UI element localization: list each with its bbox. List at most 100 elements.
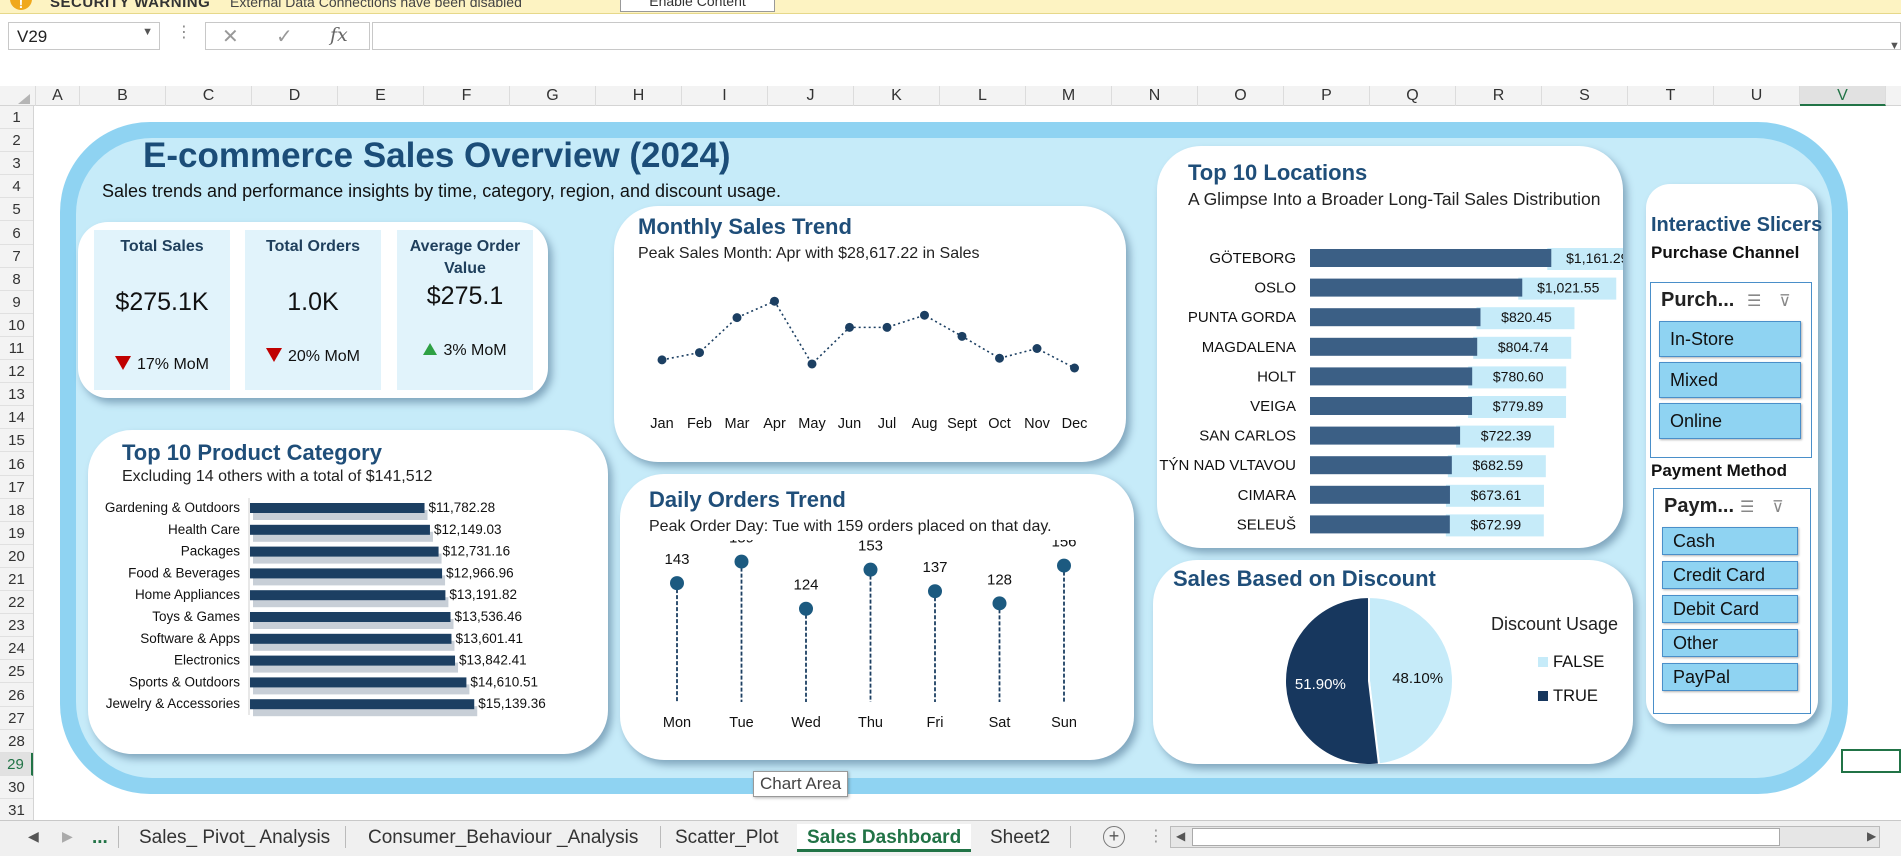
row-header-23[interactable]: 23 [0, 614, 33, 638]
row-header-19[interactable]: 19 [0, 522, 33, 545]
category-label: Packages [181, 544, 241, 559]
slicer-item-debit-card[interactable]: Debit Card [1662, 595, 1798, 623]
row-header-3[interactable]: 3 [0, 152, 33, 176]
selected-cell[interactable] [1841, 749, 1901, 773]
security-warning-title: SECURITY WARNING [50, 0, 211, 11]
expand-formula-bar-icon[interactable]: ▼ [1889, 40, 1900, 52]
kpi-title: Total Sales [120, 238, 204, 255]
column-header-b[interactable]: B [80, 86, 166, 106]
row-header-27[interactable]: 27 [0, 707, 33, 730]
row-header-14[interactable]: 14 [0, 406, 33, 430]
slicer-item-other[interactable]: Other [1662, 629, 1798, 657]
column-header-k[interactable]: K [854, 86, 940, 106]
horizontal-scrollbar-thumb[interactable] [1192, 828, 1780, 846]
tab-consumer-behaviour-analysis[interactable]: Consumer_Behaviour _Analysis [368, 824, 638, 852]
row-header-20[interactable]: 20 [0, 545, 33, 568]
slicer-item-credit-card[interactable]: Credit Card [1662, 561, 1798, 589]
slicer-item-paypal[interactable]: PayPal [1662, 663, 1798, 691]
row-header-22[interactable]: 22 [0, 591, 33, 615]
kpi-value: $275.1K [115, 288, 209, 316]
scroll-left-icon[interactable]: ◀ [1176, 829, 1185, 843]
tab-more[interactable]: ... [92, 824, 108, 852]
chevron-down-icon[interactable]: ▼ [142, 26, 153, 38]
formula-bar-grip-icon[interactable]: ⋮ [176, 22, 192, 42]
row-header-31[interactable]: 31 [0, 799, 33, 822]
slicer-item-online[interactable]: Online [1659, 403, 1801, 439]
row-header-9[interactable]: 9 [0, 291, 33, 314]
pie-percent-label: 48.10% [1392, 670, 1443, 687]
tab-scatter-plot[interactable]: Scatter_Plot [675, 824, 779, 852]
slicer-item-cash[interactable]: Cash [1662, 527, 1798, 555]
row-header-26[interactable]: 26 [0, 684, 33, 707]
multi-select-icon[interactable]: ☰ [1740, 497, 1754, 517]
slicer-item-in-store[interactable]: In-Store [1659, 321, 1801, 357]
slicer-header: Paym... [1664, 495, 1735, 517]
row-header-6[interactable]: 6 [0, 222, 33, 245]
row-header-4[interactable]: 4 [0, 175, 33, 199]
clear-filter-icon[interactable]: ⊽ [1772, 497, 1784, 517]
column-header-n[interactable]: N [1112, 86, 1198, 106]
multi-select-icon[interactable]: ☰ [1747, 291, 1761, 311]
insert-function-icon[interactable]: fx [330, 24, 348, 46]
row-header-5[interactable]: 5 [0, 198, 33, 222]
column-header-u[interactable]: U [1714, 86, 1800, 106]
tab-sales-dashboard[interactable]: Sales Dashboard [797, 824, 972, 852]
row-header-11[interactable]: 11 [0, 337, 33, 360]
clear-filter-icon[interactable]: ⊽ [1779, 291, 1791, 311]
column-header-q[interactable]: Q [1370, 86, 1456, 106]
row-header-7[interactable]: 7 [0, 245, 33, 268]
cancel-icon[interactable]: ✕ [222, 24, 239, 49]
column-header-j[interactable]: J [768, 86, 854, 106]
tab-scroll-right-icon[interactable]: ▶ [62, 828, 73, 845]
column-header-h[interactable]: H [596, 86, 682, 106]
row-header-15[interactable]: 15 [0, 429, 33, 453]
column-header-e[interactable]: E [338, 86, 424, 106]
scroll-right-icon[interactable]: ▶ [1867, 829, 1876, 843]
column-header-s[interactable]: S [1542, 86, 1628, 106]
column-header-a[interactable]: A [36, 86, 80, 106]
row-header-17[interactable]: 17 [0, 476, 33, 499]
row-header-28[interactable]: 28 [0, 730, 33, 753]
category-value-label: $12,149.03 [434, 522, 502, 537]
select-all-corner-icon[interactable] [18, 94, 30, 104]
enter-check-icon[interactable]: ✓ [276, 24, 293, 49]
category-bar [250, 503, 425, 513]
row-header-29[interactable]: 29 [0, 752, 33, 776]
row-header-10[interactable]: 10 [0, 314, 33, 337]
row-header-12[interactable]: 12 [0, 360, 33, 384]
column-header-g[interactable]: G [510, 86, 596, 106]
row-header-2[interactable]: 2 [0, 129, 33, 153]
column-header-r[interactable]: R [1456, 86, 1542, 106]
column-header-l[interactable]: L [940, 86, 1026, 106]
row-header-18[interactable]: 18 [0, 499, 33, 522]
row-header-30[interactable]: 30 [0, 776, 33, 799]
row-header-13[interactable]: 13 [0, 383, 33, 407]
column-header-o[interactable]: O [1198, 86, 1284, 106]
tab-sales-pivot-analysis[interactable]: Sales_ Pivot_ Analysis [139, 824, 330, 852]
monthly-chart-subtitle: Peak Sales Month: Apr with $28,617.22 in… [638, 245, 980, 262]
column-header-d[interactable]: D [252, 86, 338, 106]
row-header-25[interactable]: 25 [0, 660, 33, 684]
row-header-24[interactable]: 24 [0, 637, 33, 661]
location-value-label: $804.74 [1498, 339, 1549, 355]
column-header-v[interactable]: V [1800, 86, 1886, 106]
add-sheet-icon[interactable]: + [1103, 826, 1125, 848]
column-header-t[interactable]: T [1628, 86, 1714, 106]
tab-sheet2[interactable]: Sheet2 [990, 824, 1050, 852]
tab-scroll-left-icon[interactable]: ◀ [28, 828, 39, 845]
column-header-f[interactable]: F [424, 86, 510, 106]
column-header-p[interactable]: P [1284, 86, 1370, 106]
column-header-c[interactable]: C [166, 86, 252, 106]
row-header-1[interactable]: 1 [0, 106, 33, 129]
row-header-16[interactable]: 16 [0, 453, 33, 476]
column-header-i[interactable]: I [682, 86, 768, 106]
name-box[interactable]: V29 ▼ [8, 22, 160, 50]
column-header-m[interactable]: M [1026, 86, 1112, 106]
row-header-8[interactable]: 8 [0, 268, 33, 291]
location-value-label: $673.61 [1471, 487, 1522, 503]
formula-input[interactable] [372, 22, 1901, 50]
slicer-item-mixed[interactable]: Mixed [1659, 362, 1801, 398]
enable-content-button[interactable]: Enable Content [620, 0, 775, 12]
tabs-grip-icon[interactable]: ⋮ [1148, 826, 1164, 846]
row-header-21[interactable]: 21 [0, 568, 33, 591]
